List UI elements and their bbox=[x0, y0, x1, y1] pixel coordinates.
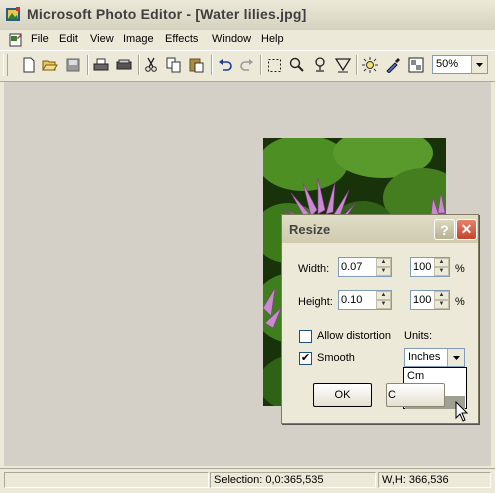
cancel-button[interactable]: C bbox=[386, 383, 445, 407]
menu-file[interactable]: File bbox=[31, 33, 49, 45]
height-spinner[interactable]: ▲ ▼ bbox=[376, 291, 391, 309]
menu-edit[interactable]: Edit bbox=[59, 33, 78, 45]
units-option-cm[interactable]: Cm bbox=[405, 370, 465, 383]
status-size: W,H: 366,536 bbox=[378, 472, 491, 488]
height-percent-spinner[interactable]: ▲ ▼ bbox=[434, 291, 449, 309]
window-title: Microsoft Photo Editor - [Water lilies.j… bbox=[27, 6, 307, 22]
units-value: Inches bbox=[408, 351, 441, 363]
photo-editor-app-icon[interactable] bbox=[5, 6, 22, 23]
cancel-button-label: C bbox=[388, 389, 396, 401]
allow-distortion-checkbox[interactable] bbox=[299, 330, 312, 343]
chevron-down-icon[interactable] bbox=[471, 56, 487, 73]
smudge-icon[interactable] bbox=[310, 55, 330, 75]
menu-window[interactable]: Window bbox=[212, 33, 251, 45]
toolbar-separator bbox=[211, 55, 213, 75]
chevron-down-icon[interactable] bbox=[447, 349, 464, 366]
width-label: Width: bbox=[298, 263, 330, 275]
width-percent-sign: % bbox=[455, 263, 465, 275]
allow-distortion-label[interactable]: Allow distortion bbox=[317, 330, 391, 342]
height-label: Height: bbox=[298, 296, 333, 308]
cut-icon[interactable] bbox=[141, 55, 161, 75]
zoom-select[interactable]: 50% bbox=[432, 55, 488, 74]
zoom-icon[interactable] bbox=[287, 55, 307, 75]
menu-image[interactable]: Image bbox=[123, 33, 154, 45]
new-icon[interactable] bbox=[19, 55, 39, 75]
sharpen-icon[interactable] bbox=[333, 55, 353, 75]
width-percent-input[interactable]: 100 ▲ ▼ bbox=[410, 257, 450, 277]
smooth-checkbox[interactable]: ✔ bbox=[299, 352, 312, 365]
width-input[interactable]: 0.07 ▲ ▼ bbox=[338, 257, 392, 277]
document-icon[interactable] bbox=[8, 32, 24, 48]
select-icon[interactable] bbox=[264, 55, 284, 75]
status-selection: Selection: 0,0:365,535 bbox=[210, 472, 376, 488]
help-button[interactable]: ? bbox=[434, 219, 455, 240]
close-button[interactable]: ✕ bbox=[456, 219, 477, 240]
width-percent-spinner[interactable]: ▲ ▼ bbox=[434, 258, 449, 276]
toolbar-separator bbox=[138, 55, 140, 75]
print-icon[interactable] bbox=[91, 55, 111, 75]
help-icon: ? bbox=[440, 221, 449, 238]
redo-icon[interactable] bbox=[237, 55, 257, 75]
toolbar-separator bbox=[356, 55, 358, 75]
units-label: Units: bbox=[404, 330, 433, 342]
toolbar-separator bbox=[260, 55, 262, 75]
width-spinner[interactable]: ▲ ▼ bbox=[376, 258, 391, 276]
open-icon[interactable] bbox=[40, 55, 60, 75]
zoom-value: 50% bbox=[436, 58, 459, 70]
height-input[interactable]: 0.10 ▲ ▼ bbox=[338, 290, 392, 310]
width-value: 0.07 bbox=[341, 261, 363, 273]
menu-effects[interactable]: Effects bbox=[165, 33, 198, 45]
height-percent-input[interactable]: 100 ▲ ▼ bbox=[410, 290, 450, 310]
menu-help[interactable]: Help bbox=[261, 33, 284, 45]
height-percent-value: 100 bbox=[413, 294, 432, 306]
ok-button[interactable]: OK bbox=[313, 383, 372, 407]
smooth-label[interactable]: Smooth bbox=[317, 352, 355, 364]
balance-icon[interactable] bbox=[360, 55, 380, 75]
width-percent-value: 100 bbox=[413, 261, 432, 273]
mouse-pointer-icon bbox=[455, 401, 469, 422]
units-select[interactable]: Inches bbox=[404, 348, 465, 367]
toolbar-grip[interactable] bbox=[3, 54, 8, 76]
transparent-icon[interactable] bbox=[406, 55, 426, 75]
undo-icon[interactable] bbox=[215, 55, 235, 75]
scan-icon[interactable] bbox=[114, 55, 134, 75]
status-message bbox=[4, 472, 209, 488]
close-icon: ✕ bbox=[460, 221, 473, 237]
copy-icon[interactable] bbox=[164, 55, 184, 75]
dialog-title: Resize bbox=[289, 222, 331, 237]
eyedropper-icon[interactable] bbox=[383, 55, 403, 75]
height-value: 0.10 bbox=[341, 294, 363, 306]
toolbar-separator bbox=[87, 55, 89, 75]
save-icon[interactable] bbox=[63, 55, 83, 75]
paste-icon[interactable] bbox=[187, 55, 207, 75]
menu-view[interactable]: View bbox=[90, 33, 114, 45]
height-percent-sign: % bbox=[455, 296, 465, 308]
